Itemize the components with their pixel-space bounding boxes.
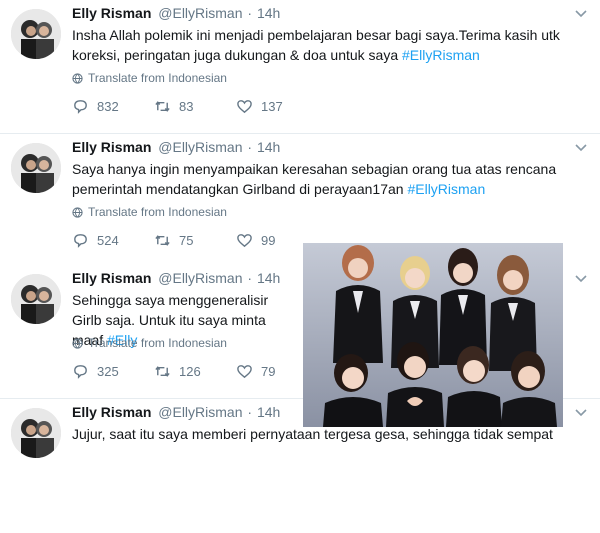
tweet-header: Elly Risman @EllyRisman · 14h [72, 139, 280, 155]
display-name[interactable]: Elly Risman [72, 5, 151, 21]
retweet-count: 83 [179, 99, 194, 114]
reply-count: 325 [97, 364, 119, 379]
translate-link[interactable]: Translate from Indonesian [72, 205, 227, 219]
display-name[interactable]: Elly Risman [72, 270, 151, 286]
heart-icon [237, 100, 252, 114]
retweet-icon [155, 101, 170, 112]
chevron-down-icon[interactable] [574, 140, 588, 154]
reply-button[interactable]: 524 [72, 232, 154, 249]
timestamp[interactable]: 14h [257, 5, 280, 21]
retweet-count: 126 [179, 364, 201, 379]
globe-icon [72, 206, 83, 218]
avatar[interactable] [11, 408, 61, 458]
globe-icon [72, 337, 83, 349]
retweet-icon [155, 235, 170, 246]
separator-dot: · [247, 5, 253, 21]
reply-icon [74, 100, 87, 114]
separator-dot: · [247, 404, 253, 420]
separator-dot: · [247, 139, 253, 155]
tweet-header: Elly Risman @EllyRisman · 14h [72, 270, 280, 286]
tweet-text: Insha Allah polemik ini menjadi pembelaj… [72, 25, 582, 65]
separator-dot: · [247, 270, 253, 286]
timestamp[interactable]: 14h [257, 139, 280, 155]
tweet-actions: 325 126 79 [72, 363, 318, 380]
heart-icon [237, 234, 252, 248]
reply-icon [74, 365, 87, 379]
chevron-down-icon[interactable] [574, 6, 588, 20]
display-name[interactable]: Elly Risman [72, 139, 151, 155]
user-handle[interactable]: @EllyRisman [158, 270, 242, 286]
tweet[interactable]: Elly Risman @EllyRisman · 14h Insha Alla… [0, 0, 600, 134]
tweet-header: Elly Risman @EllyRisman · 14h [72, 5, 280, 21]
avatar[interactable] [11, 274, 61, 324]
tweet-actions: 832 83 137 [72, 98, 318, 115]
translate-link[interactable]: Translate from Indonesian [72, 71, 227, 85]
chevron-down-icon[interactable] [574, 271, 588, 285]
reply-icon [74, 234, 87, 248]
reply-button[interactable]: 832 [72, 98, 154, 115]
group-photo [303, 243, 563, 427]
like-count: 79 [261, 364, 276, 379]
globe-icon [72, 72, 83, 84]
translate-label: Translate from Indonesian [88, 71, 227, 85]
hashtag-link[interactable]: #EllyRisman [402, 47, 480, 63]
user-handle[interactable]: @EllyRisman [158, 5, 242, 21]
tweet-actions: 524 75 99 [72, 232, 318, 249]
user-handle[interactable]: @EllyRisman [158, 404, 242, 420]
translate-label: Translate from Indonesian [88, 336, 227, 350]
tweet-body: Jujur, saat itu saya memberi pernyataan … [72, 426, 553, 442]
timestamp[interactable]: 14h [257, 270, 280, 286]
retweet-count: 75 [179, 233, 194, 248]
like-count: 137 [261, 99, 283, 114]
reply-count: 524 [97, 233, 119, 248]
tweet-text: Saya hanya ingin menyampaikan keresahan … [72, 159, 582, 199]
tweet-header: Elly Risman @EllyRisman · 14h [72, 404, 280, 420]
tweet-text: Jujur, saat itu saya memberi pernyataan … [72, 424, 582, 444]
reply-button[interactable]: 325 [72, 363, 154, 380]
hashtag-link[interactable]: #EllyRisman [407, 181, 485, 197]
like-count: 99 [261, 233, 276, 248]
display-name[interactable]: Elly Risman [72, 404, 151, 420]
translate-link[interactable]: Translate from Indonesian [72, 336, 227, 350]
retweet-button[interactable]: 126 [154, 363, 236, 380]
retweet-button[interactable]: 83 [154, 98, 236, 115]
avatar[interactable] [11, 143, 61, 193]
avatar[interactable] [11, 9, 61, 59]
timestamp[interactable]: 14h [257, 404, 280, 420]
retweet-icon [155, 366, 170, 377]
heart-icon [237, 365, 252, 379]
chevron-down-icon[interactable] [574, 405, 588, 419]
tweet-body: Insha Allah polemik ini menjadi pembelaj… [72, 27, 560, 63]
reply-count: 832 [97, 99, 119, 114]
user-handle[interactable]: @EllyRisman [158, 139, 242, 155]
retweet-button[interactable]: 75 [154, 232, 236, 249]
translate-label: Translate from Indonesian [88, 205, 227, 219]
like-button[interactable]: 137 [236, 98, 318, 115]
